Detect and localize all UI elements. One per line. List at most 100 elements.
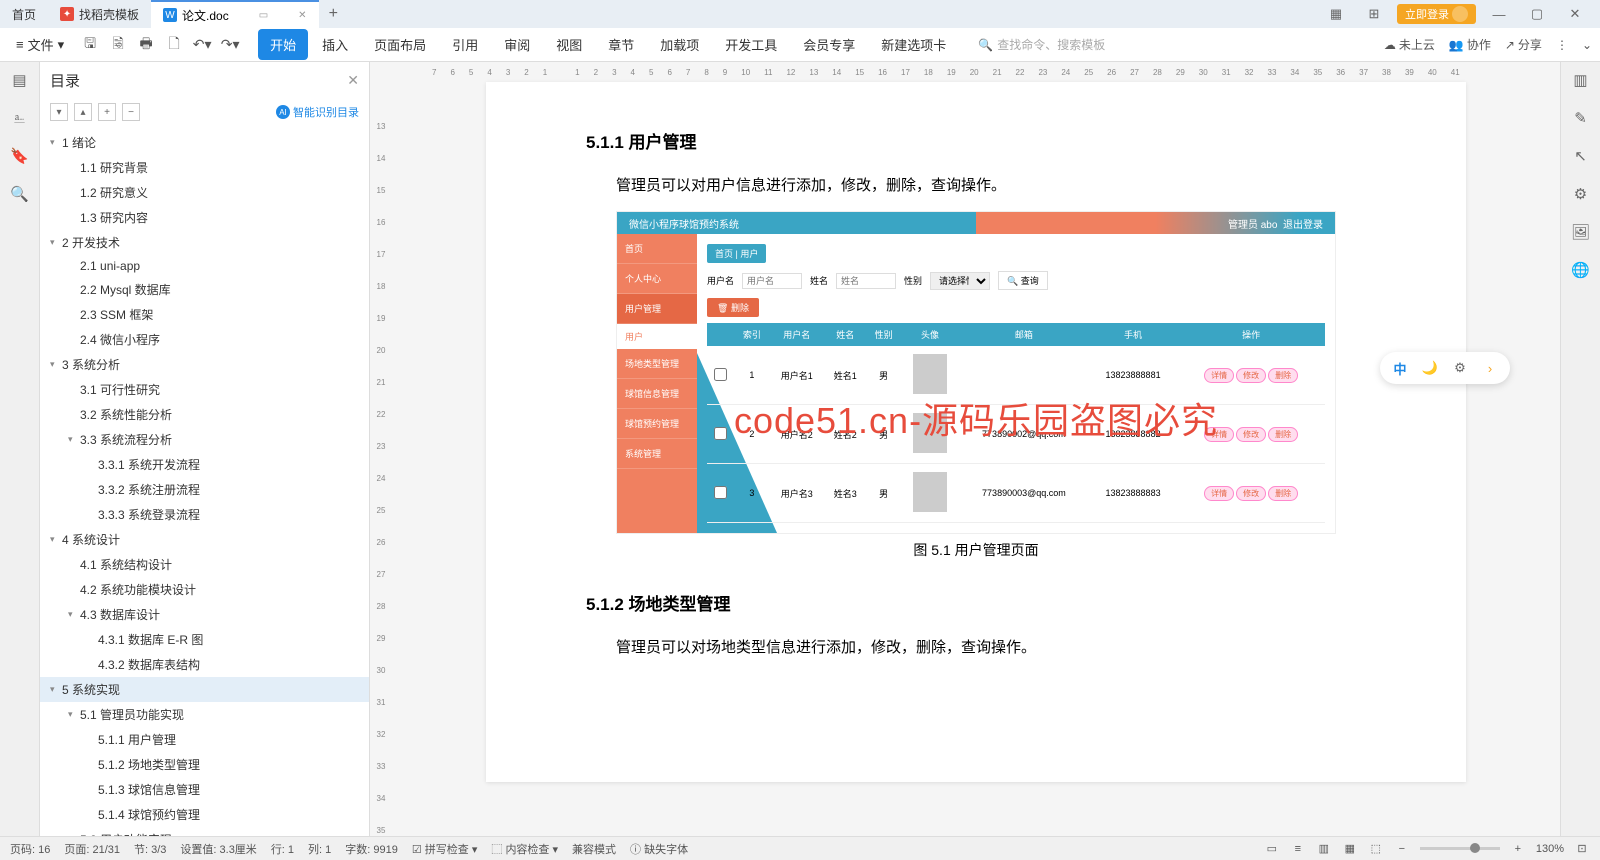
search-button[interactable]: 🔍 查询 xyxy=(998,271,1048,290)
floating-toolbar[interactable]: 中 🌙 ⚙ › xyxy=(1380,352,1510,384)
tab-menu-icon[interactable]: ▭ xyxy=(259,10,268,21)
view-outline-icon[interactable]: ≡ xyxy=(1290,841,1306,857)
menu-tab-9[interactable]: 会员专享 xyxy=(791,29,867,60)
collab-button[interactable]: 👥协作 xyxy=(1449,36,1491,53)
menu-tab-8[interactable]: 开发工具 xyxy=(713,29,789,60)
menu-tab-0[interactable]: 开始 xyxy=(258,29,308,60)
outline-item[interactable]: ▾4.3 数据库设计 xyxy=(40,602,369,627)
tab-home[interactable]: 首页 xyxy=(0,0,48,28)
undo-icon[interactable]: ↶▾ xyxy=(192,35,212,55)
status-page-code[interactable]: 页码: 16 xyxy=(10,841,50,857)
outline-item[interactable]: 2.2 Mysql 数据库 xyxy=(40,277,369,302)
menu-tab-1[interactable]: 插入 xyxy=(310,29,360,60)
print-icon[interactable]: 🖶 xyxy=(136,35,156,55)
outline-item[interactable]: 1.3 研究内容 xyxy=(40,205,369,230)
status-col[interactable]: 列: 1 xyxy=(308,841,331,857)
outline-item[interactable]: 2.3 SSM 框架 xyxy=(40,302,369,327)
view-fullwidth-icon[interactable]: ⬚ xyxy=(1368,841,1384,857)
status-section[interactable]: 节: 3/3 xyxy=(134,841,166,857)
outline-item[interactable]: 5.1.1 用户管理 xyxy=(40,727,369,752)
outline-item[interactable]: 4.1 系统结构设计 xyxy=(40,552,369,577)
next-icon[interactable]: › xyxy=(1480,358,1500,378)
outline-item[interactable]: 5.1.3 球馆信息管理 xyxy=(40,777,369,802)
command-search[interactable]: 🔍查找命令、搜索模板 xyxy=(978,36,1105,53)
outline-item[interactable]: ▾4 系统设计 xyxy=(40,527,369,552)
print-preview-icon[interactable]: 🗟 xyxy=(108,35,128,55)
view-read-icon[interactable]: ▥ xyxy=(1316,841,1332,857)
outline-item[interactable]: ▾1 绪论 xyxy=(40,130,369,155)
tab-template[interactable]: ✦找稻壳模板 xyxy=(48,0,151,28)
bookmark-rail-icon[interactable]: 🔖 xyxy=(10,146,30,166)
outline-tree[interactable]: ▾1 绪论1.1 研究背景1.2 研究意义1.3 研究内容▾2 开发技术2.1 … xyxy=(40,126,369,836)
outline-item[interactable]: ▾2 开发技术 xyxy=(40,230,369,255)
outline-item[interactable]: ▾5.2 用户功能实现 xyxy=(40,827,369,836)
menu-tab-7[interactable]: 加载项 xyxy=(648,29,711,60)
settings-rail-icon[interactable]: ⚙ xyxy=(1571,184,1591,204)
zoom-in-icon[interactable]: + xyxy=(1510,841,1526,857)
cloud-status[interactable]: ☁未上云 xyxy=(1384,36,1435,53)
outline-item[interactable]: 2.4 微信小程序 xyxy=(40,327,369,352)
moon-icon[interactable]: 🌙 xyxy=(1420,358,1440,378)
smart-toc-button[interactable]: AI智能识别目录 xyxy=(276,104,359,120)
tab-close-icon[interactable]: ✕ xyxy=(298,10,306,21)
cursor-rail-icon[interactable]: ↖ xyxy=(1571,146,1591,166)
globe-rail-icon[interactable]: 🌐 xyxy=(1571,260,1591,280)
menu-tab-3[interactable]: 引用 xyxy=(440,29,490,60)
filter-select-gender[interactable]: 请选择性别 xyxy=(930,272,990,290)
outline-item[interactable]: 2.1 uni-app xyxy=(40,255,369,277)
save-icon[interactable]: 🖫 xyxy=(80,35,100,55)
menu-tab-2[interactable]: 页面布局 xyxy=(362,29,438,60)
search-rail-icon[interactable]: 🔍 xyxy=(10,184,30,204)
remove-icon[interactable]: − xyxy=(122,103,140,121)
redo-icon[interactable]: ↷▾ xyxy=(220,35,240,55)
outline-item[interactable]: ▾3.3 系统流程分析 xyxy=(40,427,369,452)
zoom-slider[interactable] xyxy=(1420,847,1500,850)
outline-item[interactable]: ▾5 系统实现 xyxy=(40,677,369,702)
outline-item[interactable]: 3.3.2 系统注册流程 xyxy=(40,477,369,502)
file-menu[interactable]: ≡文件▾ xyxy=(8,31,72,58)
layout-rail-icon[interactable]: ▥ xyxy=(1571,70,1591,90)
admin-side-item[interactable]: 首页 xyxy=(617,234,697,264)
lang-cn-icon[interactable]: 中 xyxy=(1390,358,1410,378)
filter-input-username[interactable] xyxy=(742,273,802,289)
hanger-rail-icon[interactable]: ⎁ xyxy=(10,108,30,128)
outline-item[interactable]: 3.3.3 系统登录流程 xyxy=(40,502,369,527)
settings-icon[interactable]: ⚙ xyxy=(1450,358,1470,378)
status-compat[interactable]: 兼容模式 xyxy=(572,841,616,857)
outline-item[interactable]: 1.2 研究意义 xyxy=(40,180,369,205)
status-words[interactable]: 字数: 9919 xyxy=(345,841,398,857)
expand-all-icon[interactable]: ▾ xyxy=(50,103,68,121)
outline-item[interactable]: 1.1 研究背景 xyxy=(40,155,369,180)
apps-icon[interactable]: ⊞ xyxy=(1359,4,1389,24)
login-button[interactable]: 立即登录 xyxy=(1397,4,1476,24)
outline-item[interactable]: ▾3 系统分析 xyxy=(40,352,369,377)
outline-item[interactable]: 3.2 系统性能分析 xyxy=(40,402,369,427)
outline-item[interactable]: 4.2 系统功能模块设计 xyxy=(40,577,369,602)
admin-side-item[interactable]: 场地类型管理 xyxy=(617,349,697,379)
status-spellcheck[interactable]: ☑ 拼写检查 ▾ xyxy=(412,841,478,857)
outline-item[interactable]: 3.3.1 系统开发流程 xyxy=(40,452,369,477)
admin-side-item[interactable]: 用户管理 xyxy=(617,294,697,324)
close-button[interactable]: ✕ xyxy=(1560,4,1590,24)
image-rail-icon[interactable]: 🖼 xyxy=(1571,222,1591,242)
outline-item[interactable]: 5.1.2 场地类型管理 xyxy=(40,752,369,777)
minimize-button[interactable]: — xyxy=(1484,4,1514,24)
zoom-out-icon[interactable]: − xyxy=(1394,841,1410,857)
menu-tab-5[interactable]: 视图 xyxy=(544,29,594,60)
collapse-icon[interactable]: ⌄ xyxy=(1582,38,1592,52)
share-button[interactable]: ↗分享 xyxy=(1505,36,1542,53)
filter-input-name[interactable] xyxy=(836,273,896,289)
menu-tab-10[interactable]: 新建选项卡 xyxy=(869,29,958,60)
layout-icon[interactable]: ▦ xyxy=(1321,4,1351,24)
outline-rail-icon[interactable]: ▤ xyxy=(10,70,30,90)
collapse-all-icon[interactable]: ▴ xyxy=(74,103,92,121)
maximize-button[interactable]: ▢ xyxy=(1522,4,1552,24)
outline-item[interactable]: ▾5.1 管理员功能实现 xyxy=(40,702,369,727)
menu-tab-4[interactable]: 审阅 xyxy=(492,29,542,60)
document-scroll[interactable]: 7654321123456789101112131415161718192021… xyxy=(392,62,1560,836)
view-web-icon[interactable]: ▦ xyxy=(1342,841,1358,857)
admin-side-item[interactable]: 个人中心 xyxy=(617,264,697,294)
outline-item[interactable]: 5.1.4 球馆预约管理 xyxy=(40,802,369,827)
zoom-level[interactable]: 130% xyxy=(1536,843,1564,855)
add-icon[interactable]: + xyxy=(98,103,116,121)
